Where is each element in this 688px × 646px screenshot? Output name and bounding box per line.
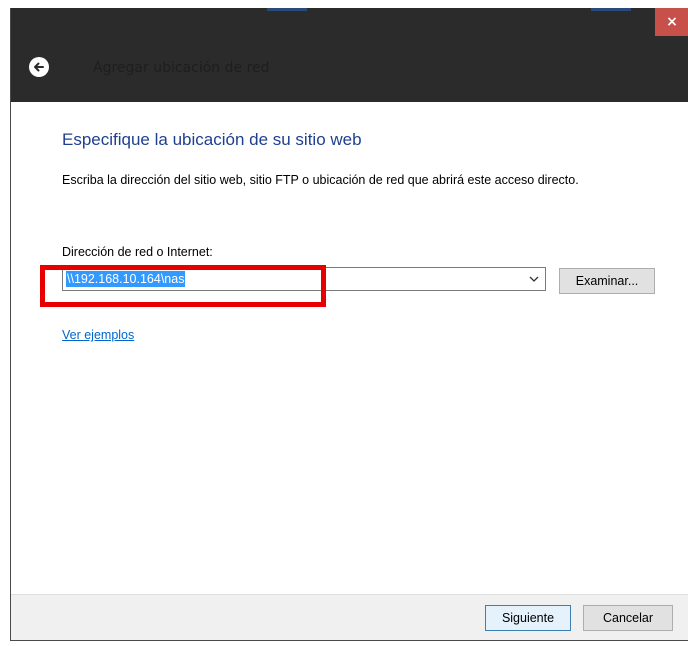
address-input-value[interactable]: \\192.168.10.164\nas (66, 271, 186, 287)
title-bar-accent (591, 8, 631, 11)
address-combobox[interactable]: \\192.168.10.164\nas (62, 267, 546, 291)
address-dropdown-button[interactable] (525, 268, 543, 290)
dialog-content: Especifique la ubicación de su sitio web… (11, 102, 688, 594)
back-button[interactable] (29, 57, 49, 77)
browse-button[interactable]: Examinar... (559, 268, 655, 294)
back-arrow-icon (34, 62, 44, 72)
title-bar: × (11, 8, 688, 36)
page-description: Escriba la dirección del sitio web, siti… (62, 173, 579, 187)
close-button[interactable]: × (655, 8, 688, 36)
next-button[interactable]: Siguiente (485, 605, 571, 631)
close-icon: × (666, 14, 678, 30)
page-heading: Especifique la ubicación de su sitio web (62, 130, 362, 149)
cancel-button[interactable]: Cancelar (583, 605, 673, 631)
examples-link[interactable]: Ver ejemplos (62, 328, 134, 342)
dialog-title: Agregar ubicación de red (93, 60, 270, 76)
title-bar-accent (267, 8, 307, 11)
dialog-window: × Agregar ubicación de red Especifique l… (10, 8, 688, 641)
dialog-footer: Siguiente Cancelar (11, 594, 688, 640)
address-field-label: Dirección de red o Internet: (62, 245, 213, 259)
chevron-down-icon (529, 276, 539, 282)
